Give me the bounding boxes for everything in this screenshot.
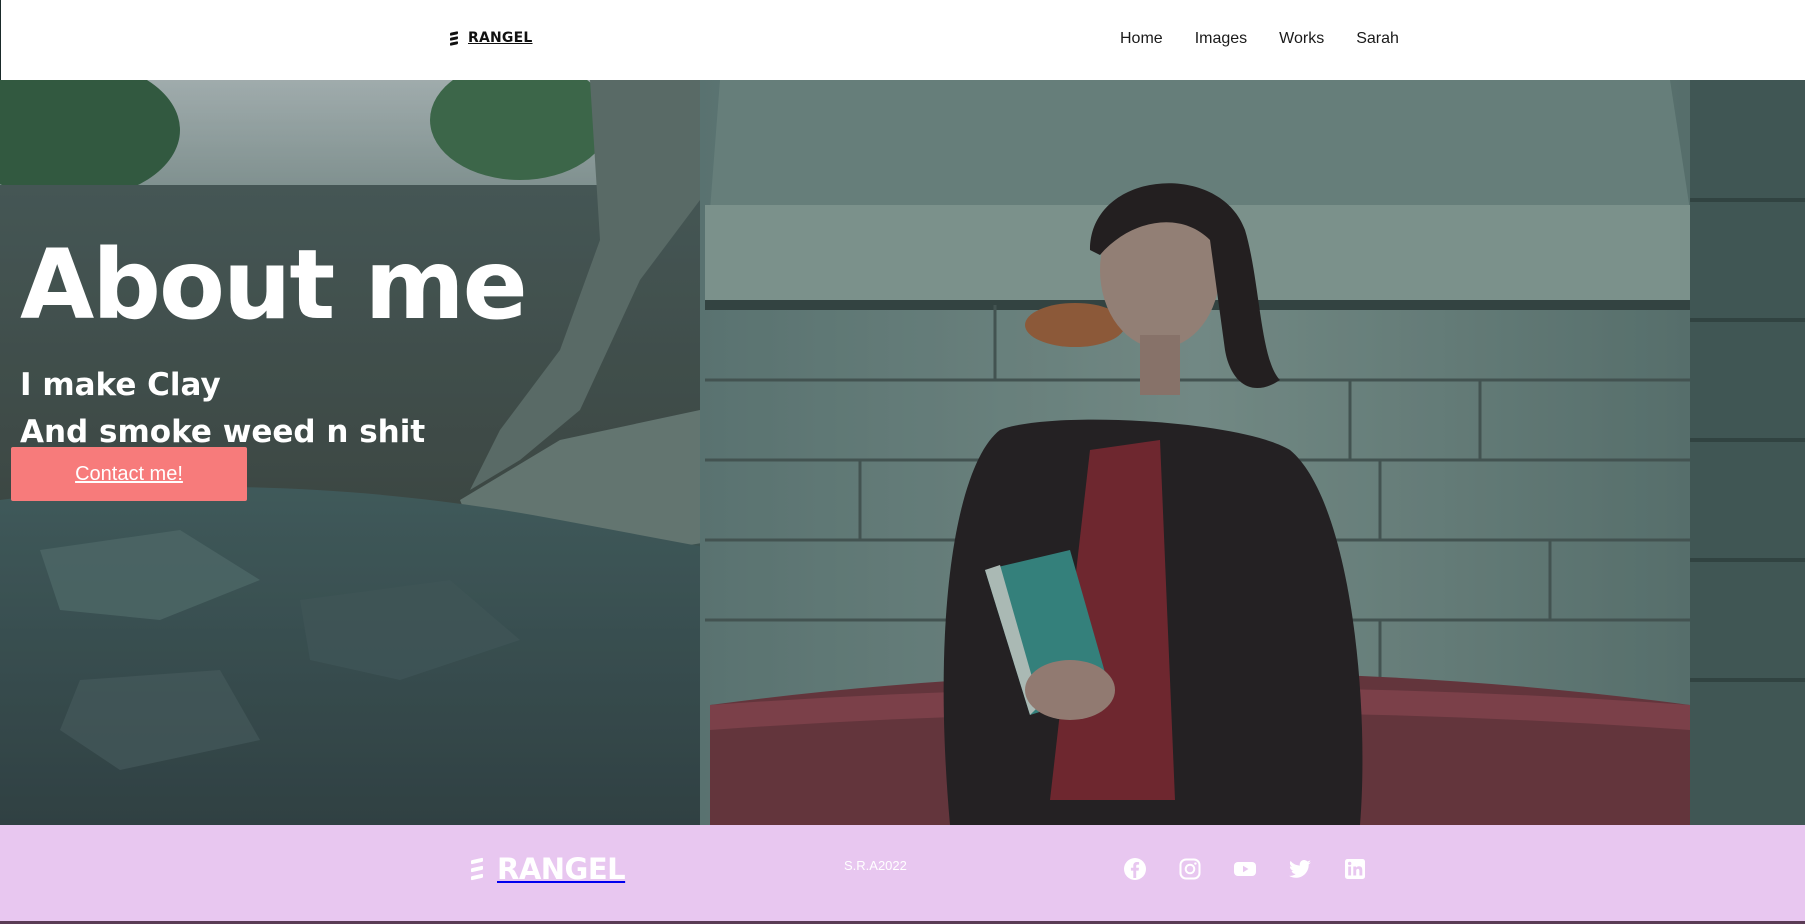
brand-logo-link[interactable]: RANGEL xyxy=(450,30,533,46)
footer-brand-link[interactable]: RANGEL xyxy=(471,852,626,886)
brand-name: RANGEL xyxy=(468,30,533,46)
site-header: RANGEL Home Images Works Sarah xyxy=(0,0,1805,80)
hero-subtitle-line-1: I make Clay xyxy=(20,367,221,403)
nav-sarah[interactable]: Sarah xyxy=(1356,30,1399,48)
brand-mark-icon xyxy=(450,31,458,45)
footer-brand-name: RANGEL xyxy=(497,852,626,886)
footer-brand-mark-icon xyxy=(471,857,483,881)
nav-images[interactable]: Images xyxy=(1195,30,1247,48)
hero-background-photo xyxy=(0,80,1805,825)
facebook-icon[interactable] xyxy=(1123,857,1147,881)
nav-works[interactable]: Works xyxy=(1279,30,1324,48)
site-footer: RANGEL S.R.A2022 xyxy=(0,825,1805,924)
instagram-icon[interactable] xyxy=(1178,857,1202,881)
copyright-text: S.R.A2022 xyxy=(844,858,907,873)
main-nav: Home Images Works Sarah xyxy=(1120,30,1399,48)
linkedin-icon[interactable] xyxy=(1343,857,1367,881)
hero-title: About me xyxy=(20,229,528,341)
nav-home[interactable]: Home xyxy=(1120,30,1163,48)
twitter-icon[interactable] xyxy=(1288,857,1312,881)
contact-button[interactable]: Contact me! xyxy=(11,447,247,501)
hero-section: About me I make Clay And smoke weed n sh… xyxy=(0,80,1805,825)
youtube-icon[interactable] xyxy=(1233,857,1257,881)
hero-subtitle-line-2: And smoke weed n shit xyxy=(20,414,426,450)
social-links xyxy=(1123,857,1367,881)
